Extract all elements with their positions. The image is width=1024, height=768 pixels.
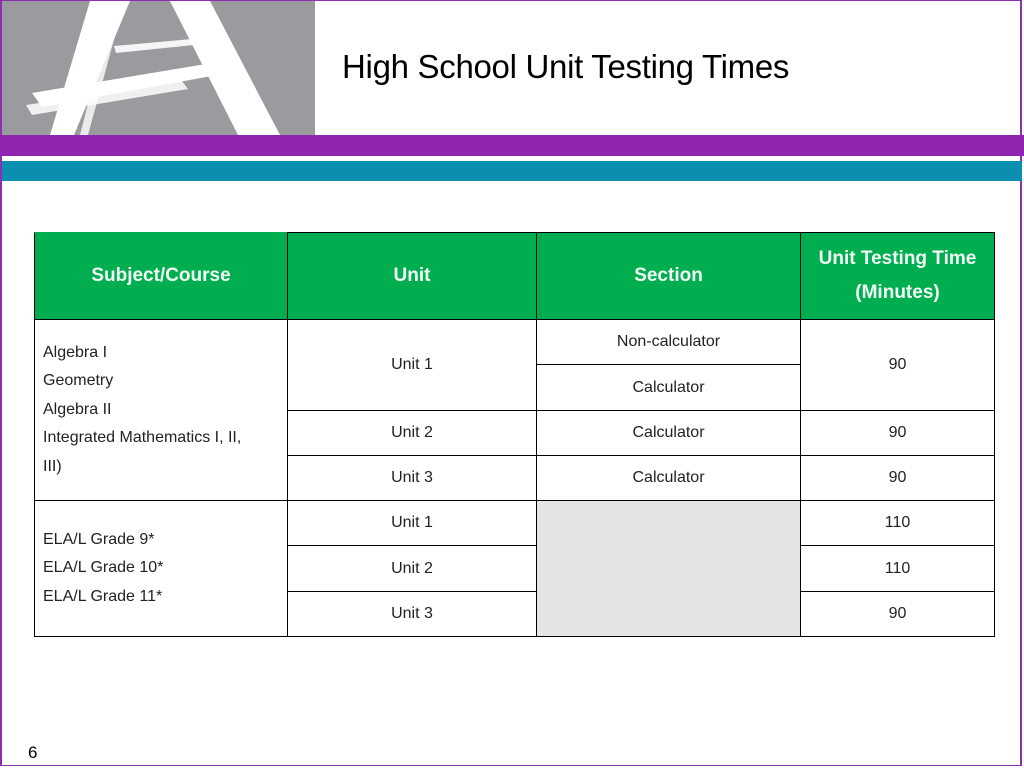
time-cell: 90 [800, 591, 995, 637]
table-row: Algebra I Geometry Algebra II Integrated… [34, 319, 995, 501]
time-cell: 110 [800, 545, 995, 592]
section-not-applicable-cell [536, 500, 801, 637]
header-time-line2: (Minutes) [855, 282, 940, 303]
unit-cell: Unit 1 [287, 319, 537, 411]
subject-item: ELA/L Grade 11* [43, 587, 163, 605]
unit-cell: Unit 2 [287, 545, 537, 592]
subject-item: Geometry [43, 372, 114, 390]
section-cell: Calculator [536, 410, 801, 456]
testing-times-table: Subject/Course Unit Section Unit Testing… [34, 232, 995, 637]
section-cell: Calculator [536, 455, 801, 501]
time-cell: 90 [800, 319, 995, 411]
section-cell: Non-calculator [536, 319, 801, 365]
subject-item: ELA/L Grade 10* [43, 559, 164, 577]
table-row: ELA/L Grade 9* ELA/L Grade 10* ELA/L Gra… [34, 500, 995, 637]
subject-item: ELA/L Grade 9* [43, 530, 155, 548]
teal-band [2, 161, 1022, 181]
header-unit: Unit [287, 232, 537, 320]
unit-cell: Unit 3 [287, 455, 537, 501]
unit-cell: Unit 3 [287, 591, 537, 637]
section-cell: Calculator [536, 364, 801, 411]
unit-cell: Unit 1 [287, 500, 537, 546]
logo [2, 1, 315, 135]
time-cell: 90 [800, 410, 995, 456]
header-section: Section [536, 232, 801, 320]
header-subject: Subject/Course [34, 232, 288, 320]
time-cell: 110 [800, 500, 995, 546]
header-time: Unit Testing Time (Minutes) [800, 232, 995, 320]
brush-letter-a-logo-icon [26, 1, 280, 135]
header-row: Subject/Course Unit Section Unit Testing… [34, 232, 995, 320]
time-cell: 90 [800, 455, 995, 501]
ela-subjects-cell: ELA/L Grade 9* ELA/L Grade 10* ELA/L Gra… [34, 500, 288, 637]
unit-cell: Unit 2 [287, 410, 537, 456]
subject-item: Algebra I [43, 343, 108, 361]
slide-title: High School Unit Testing Times [342, 48, 790, 85]
subject-item: Algebra II [43, 400, 112, 418]
purple-band [0, 135, 1024, 156]
math-subjects-cell: Algebra I Geometry Algebra II Integrated… [34, 319, 288, 501]
page-number: 6 [28, 743, 38, 762]
header-time-line1: Unit Testing Time [818, 248, 977, 269]
subject-item: Integrated Mathematics I, II, [43, 429, 242, 447]
subject-item: III) [43, 457, 62, 475]
